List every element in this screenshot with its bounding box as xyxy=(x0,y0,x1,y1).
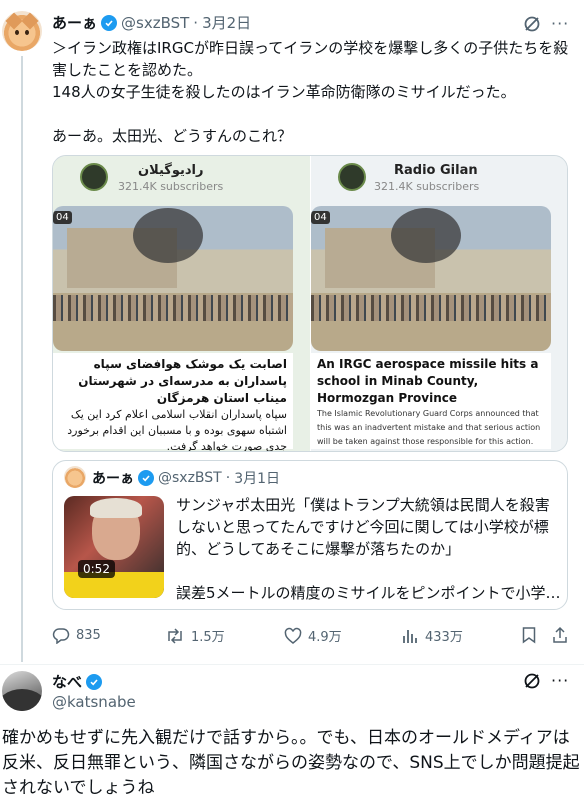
reply-author-name[interactable]: なべ xyxy=(52,671,82,692)
video-duration: 0:52 xyxy=(78,560,115,578)
tweet-text: ＞イラン政権はIRGCが昨日誤ってイランの学校を爆撃し多くの子供たちを殺害したこ… xyxy=(52,39,569,145)
verified-badge-icon xyxy=(86,673,103,690)
verified-badge-icon xyxy=(138,470,154,486)
bookmark-button[interactable] xyxy=(521,626,537,644)
channel-name: رادیوگیلان xyxy=(138,163,204,178)
channel-subscribers: 321.4K subscribers xyxy=(374,180,480,193)
school-photo: 04 xyxy=(311,206,551,351)
caption-persian: اصابت یک موشک هوافضای سپاه پاسداران به م… xyxy=(53,353,293,452)
reply-icon xyxy=(52,628,70,644)
quoted-tweet[interactable]: あーぁ @sxzBST · 3月1日 0:52 サンジャポ太田光「僕はトランプ大… xyxy=(52,460,568,610)
tweet-header: あーぁ @sxzBST · 3月2日 xyxy=(52,12,251,33)
thread-line xyxy=(21,56,23,662)
reply-author-handle[interactable]: @katsnabe xyxy=(52,693,136,711)
quoted-video-thumbnail[interactable]: 0:52 xyxy=(64,496,164,598)
reply-header: なべ xyxy=(52,671,103,692)
caption-english: An IRGC aerospace missile hits a school … xyxy=(311,353,551,449)
heart-icon xyxy=(284,627,302,644)
quoted-author-avatar xyxy=(64,466,86,488)
tweet-date[interactable]: 3月2日 xyxy=(202,12,251,33)
reply-count: 835 xyxy=(76,627,101,643)
views-button[interactable]: 433万 xyxy=(401,626,463,645)
quoted-header: あーぁ @sxzBST · 3月1日 xyxy=(92,468,280,488)
author-avatar[interactable] xyxy=(2,11,42,51)
media-image-left[interactable]: رادیوگیلان 321.4K subscribers 04 اصابت ی… xyxy=(53,156,310,452)
view-count: 433万 xyxy=(425,630,463,645)
reply-author-avatar[interactable] xyxy=(2,671,42,711)
bookmark-icon xyxy=(522,627,536,644)
repost-count: 1.5万 xyxy=(191,630,225,645)
caption-body: The Islamic Revolutionary Guard Corps an… xyxy=(317,409,541,446)
timestamp: 04 xyxy=(53,211,72,224)
school-photo: 04 xyxy=(53,206,293,351)
media-image-right[interactable]: Radio Gilan 321.4K subscribers 04 An IRG… xyxy=(310,156,567,451)
channel-name: Radio Gilan xyxy=(394,163,478,178)
quoted-text-line1: サンジャポ太田光「僕はトランプ大統領は民間人を殺害しないと思ってたんですけど今回… xyxy=(176,496,550,558)
tweet-divider xyxy=(0,664,584,665)
like-count: 4.9万 xyxy=(308,630,342,645)
caption-body: سپاه پاسداران انقلاب اسلامی اعلام کرد ای… xyxy=(67,408,287,452)
share-button[interactable] xyxy=(552,626,568,644)
caption-headline: An IRGC aerospace missile hits a school … xyxy=(317,357,539,405)
tweet-media[interactable]: رادیوگیلان 321.4K subscribers 04 اصابت ی… xyxy=(52,155,568,452)
separator: · xyxy=(225,470,231,486)
more-options-icon[interactable]: ··· xyxy=(551,14,569,33)
analytics-icon xyxy=(403,629,417,643)
author-name[interactable]: あーぁ xyxy=(52,12,97,33)
channel-logo xyxy=(80,163,108,191)
quoted-text-line2: 誤差5メートルの精度のミサイルをピンポイントで小学… xyxy=(176,584,561,602)
reply-button[interactable]: 835 xyxy=(52,626,101,644)
main-tweet[interactable]: あーぁ @sxzBST · 3月2日 ··· ＞イラン政権はIRGCが昨日誤って… xyxy=(0,0,584,664)
tweet-actions: 835 1.5万 4.9万 433万 xyxy=(52,626,568,648)
author-handle[interactable]: @sxzBST xyxy=(121,14,189,32)
share-icon xyxy=(553,626,567,643)
quoted-author-name: あーぁ xyxy=(92,471,134,487)
grok-icon[interactable] xyxy=(522,14,542,34)
repost-icon xyxy=(168,627,182,644)
repost-button[interactable]: 1.5万 xyxy=(165,626,225,645)
quoted-date: 3月1日 xyxy=(234,471,281,487)
verified-badge-icon xyxy=(101,14,118,31)
more-options-icon[interactable]: ··· xyxy=(551,671,569,690)
separator: · xyxy=(193,13,199,32)
channel-subscribers: 321.4K subscribers xyxy=(118,180,224,193)
like-button[interactable]: 4.9万 xyxy=(284,626,342,645)
reply-text: 確かめもせずに先入観だけで話すから。。でも、日本のオールドメディアは反米、反日無… xyxy=(2,728,580,798)
channel-logo xyxy=(338,163,366,191)
caption-headline: اصابت یک موشک هوافضای سپاه پاسداران به م… xyxy=(78,357,287,405)
quoted-text: サンジャポ太田光「僕はトランプ大統領は民間人を殺害しないと思ってたんですけど今回… xyxy=(176,494,561,604)
grok-icon[interactable] xyxy=(522,671,542,691)
timestamp: 04 xyxy=(311,211,330,224)
quoted-author-handle: @sxzBST xyxy=(158,470,222,486)
